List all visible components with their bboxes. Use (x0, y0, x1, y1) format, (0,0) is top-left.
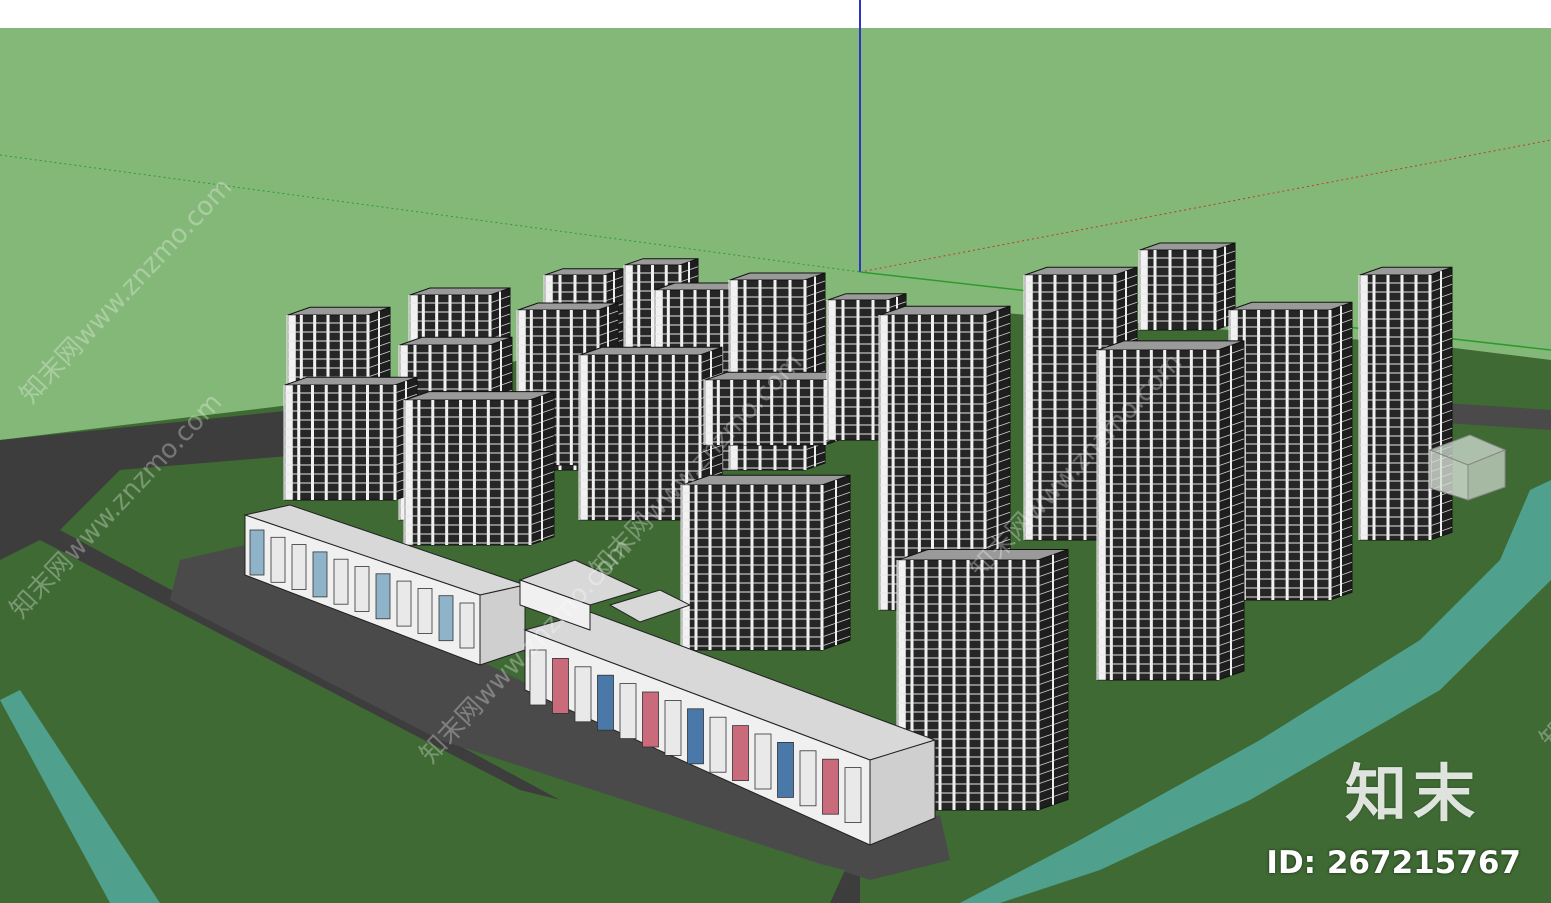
tower-r2[interactable] (1358, 266, 1453, 541)
tower-f1[interactable] (680, 474, 851, 651)
image-id-label: ID: 267215767 (1266, 845, 1521, 881)
tower-b10[interactable] (403, 390, 555, 546)
tower-r3[interactable] (1228, 301, 1353, 601)
3d-scene[interactable] (0, 0, 1551, 903)
brand-logo: 知末 (1344, 757, 1481, 830)
sky (0, 0, 1551, 30)
tower-b9[interactable] (283, 376, 418, 501)
tower-r1[interactable] (1138, 242, 1236, 331)
sketchup-viewport[interactable]: 知末网www.znzmo.com 知末网www.znzmo.com 知末网www.z… (0, 0, 1551, 903)
